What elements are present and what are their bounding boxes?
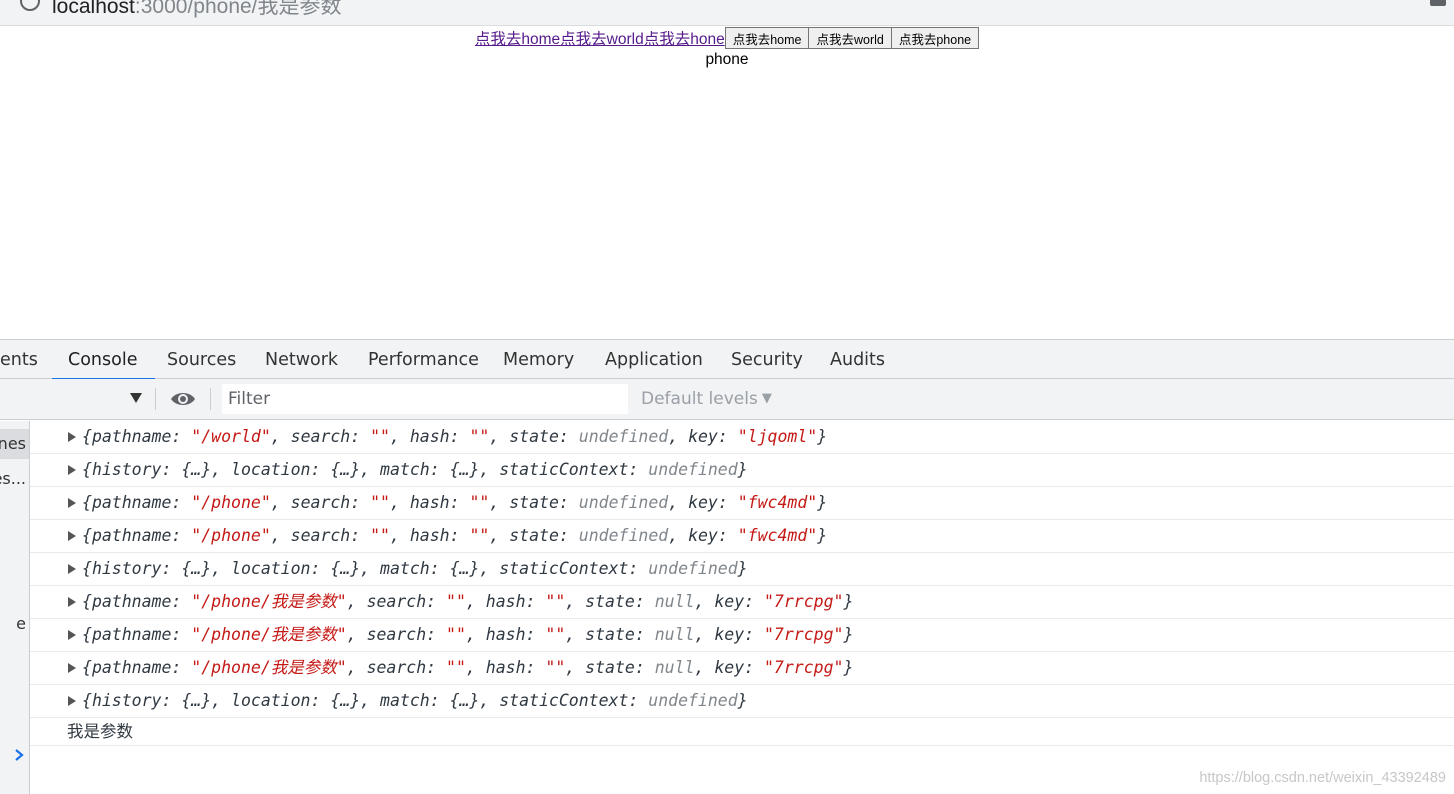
- sidebar-item-messages[interactable]: nes: [0, 429, 29, 459]
- console-log-row[interactable]: {history: {…}, location: {…}, match: {…}…: [30, 685, 1454, 718]
- url-host: localhost: [52, 0, 135, 18]
- tab-security[interactable]: Security: [731, 340, 803, 380]
- console-log-row[interactable]: {history: {…}, location: {…}, match: {…}…: [30, 454, 1454, 487]
- console-log-value: 我是参数: [67, 722, 133, 741]
- button-home[interactable]: 点我去home: [724, 27, 810, 49]
- console-object-preview: {history: {…}, location: {…}, match: {…}…: [82, 559, 748, 578]
- tab-application[interactable]: Application: [605, 340, 703, 380]
- chevron-right-icon[interactable]: [12, 748, 26, 762]
- eye-icon[interactable]: [170, 390, 196, 408]
- levels-label: Default levels: [641, 389, 758, 409]
- tab-network[interactable]: Network: [265, 340, 338, 380]
- caret-down-icon: ▼: [761, 391, 772, 406]
- console-object-preview: {pathname: "/phone", search: "", hash: "…: [82, 493, 828, 512]
- console-toolbar: Default levels▼: [0, 379, 1454, 420]
- tab-audits[interactable]: Audits: [830, 340, 885, 380]
- console-log-row[interactable]: {pathname: "/phone/我是参数", search: "", ha…: [30, 586, 1454, 619]
- console-object-preview: {pathname: "/phone/我是参数", search: "", ha…: [82, 658, 854, 677]
- link-world[interactable]: 点我去world: [560, 27, 644, 49]
- console-object-preview: {pathname: "/phone", search: "", hash: "…: [82, 526, 828, 545]
- devtools-panel: ents Console Sources Network Performance…: [0, 339, 1454, 794]
- link-home[interactable]: 点我去home: [475, 27, 560, 49]
- tab-console[interactable]: Console: [51, 340, 157, 380]
- nav-row: 点我去home 点我去world 点我去hone 点我去home 点我去world 点我去…: [0, 26, 1454, 50]
- console-object-preview: {history: {…}, location: {…}, match: {…}…: [82, 691, 748, 710]
- devtools-tabbar: ents Console Sources Network Performance…: [0, 339, 1454, 380]
- console-log-row[interactable]: {history: {…}, location: {…}, match: {…}…: [30, 553, 1454, 586]
- tab-elements[interactable]: ents: [0, 340, 38, 380]
- caret-down-icon[interactable]: [130, 393, 142, 403]
- console-log-row[interactable]: {pathname: "/world", search: "", hash: "…: [30, 421, 1454, 454]
- expand-triangle-icon[interactable]: [68, 465, 76, 475]
- expand-triangle-icon[interactable]: [68, 597, 76, 607]
- filter-input[interactable]: [222, 384, 628, 414]
- tab-memory[interactable]: Memory: [503, 340, 574, 380]
- expand-triangle-icon[interactable]: [68, 432, 76, 442]
- expand-triangle-icon[interactable]: [68, 630, 76, 640]
- expand-triangle-icon[interactable]: [68, 564, 76, 574]
- expand-triangle-icon[interactable]: [68, 531, 76, 541]
- tab-performance[interactable]: Performance: [368, 340, 479, 380]
- console-log-row[interactable]: {pathname: "/phone/我是参数", search: "", ha…: [30, 652, 1454, 685]
- url-path: :3000/phone/我是参数: [134, 0, 342, 18]
- console-messages: {pathname: "/world", search: "", hash: "…: [30, 421, 1454, 794]
- console-log-row[interactable]: {pathname: "/phone/我是参数", search: "", ha…: [30, 619, 1454, 652]
- default-levels-dropdown[interactable]: Default levels ▼: [641, 379, 772, 419]
- info-icon[interactable]: [20, 0, 40, 11]
- tab-sources[interactable]: Sources: [167, 340, 236, 380]
- toolbar-divider: [155, 388, 156, 410]
- console-object-preview: {pathname: "/phone/我是参数", search: "", ha…: [82, 592, 854, 611]
- expand-triangle-icon[interactable]: [68, 498, 76, 508]
- sidebar-item-user-messages[interactable]: es...: [0, 464, 29, 494]
- console-object-preview: {pathname: "/world", search: "", hash: "…: [82, 427, 828, 446]
- console-object-preview: {history: {…}, location: {…}, match: {…}…: [82, 460, 748, 479]
- console-sidebar: nes es... e: [0, 421, 30, 794]
- expand-triangle-icon[interactable]: [68, 696, 76, 706]
- extension-icon[interactable]: [1430, 0, 1446, 6]
- link-phone[interactable]: 点我去hone: [644, 27, 725, 49]
- watermark: https://blog.csdn.net/weixin_43392489: [1199, 770, 1446, 786]
- expand-triangle-icon[interactable]: [68, 663, 76, 673]
- console-log-row[interactable]: {pathname: "/phone", search: "", hash: "…: [30, 487, 1454, 520]
- sidebar-item-verbose[interactable]: e: [0, 609, 29, 639]
- route-content: phone: [705, 51, 749, 68]
- button-world[interactable]: 点我去world: [808, 27, 892, 49]
- button-phone[interactable]: 点我去phone: [890, 27, 980, 49]
- address-bar[interactable]: localhost:3000/phone/我是参数: [0, 0, 1454, 26]
- url-text[interactable]: localhost:3000/phone/我是参数: [52, 0, 342, 20]
- console-object-preview: {pathname: "/phone/我是参数", search: "", ha…: [82, 625, 854, 644]
- console-log-row[interactable]: {pathname: "/phone", search: "", hash: "…: [30, 520, 1454, 553]
- toolbar-divider: [210, 388, 211, 410]
- console-log-text: 我是参数: [30, 718, 1454, 746]
- page-viewport: 点我去home 点我去world 点我去hone 点我去home 点我去world 点我去…: [0, 26, 1454, 339]
